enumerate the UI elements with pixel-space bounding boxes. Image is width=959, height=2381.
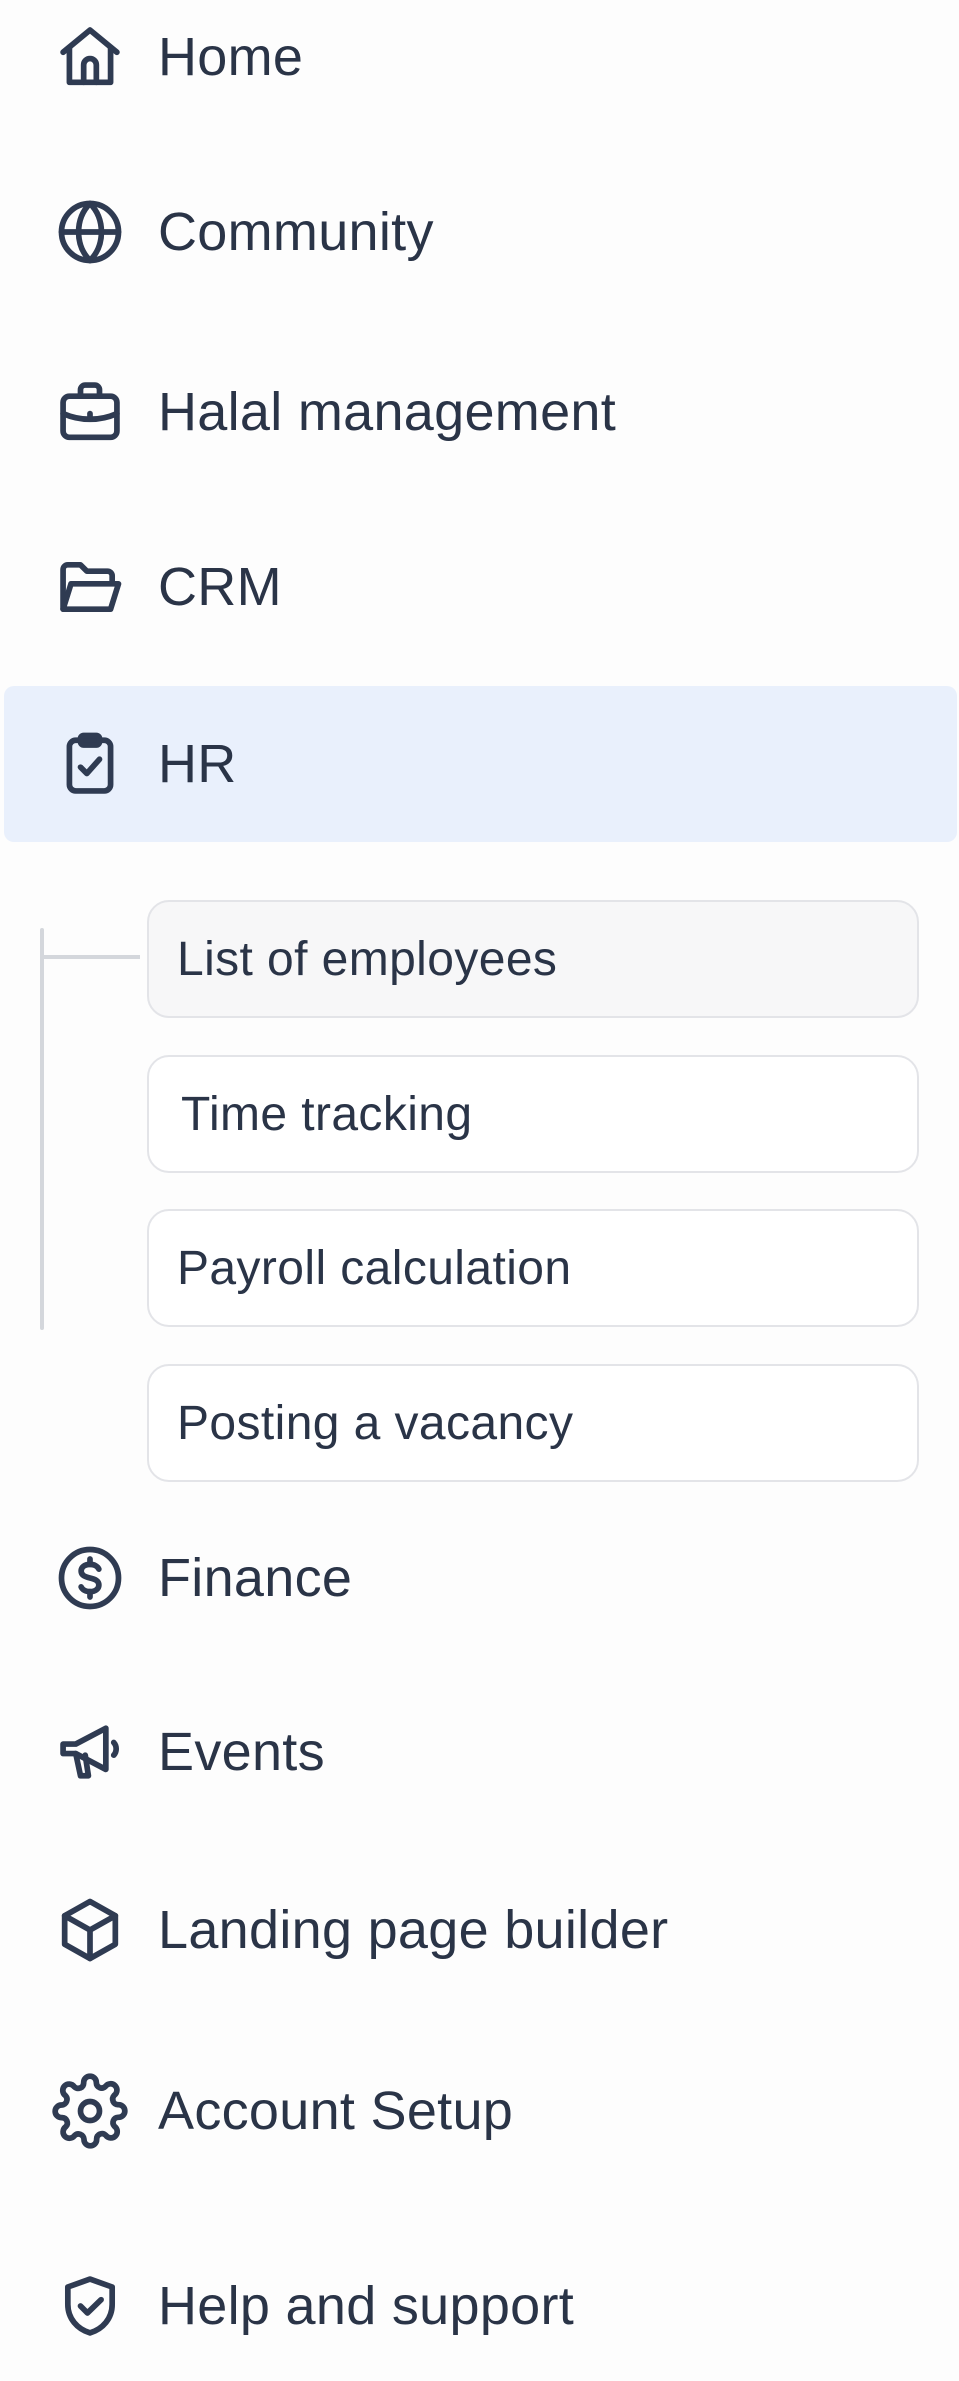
nav-item-events[interactable]: Events bbox=[0, 1677, 959, 1827]
nav-item-label: Halal management bbox=[158, 382, 617, 442]
folder-icon bbox=[52, 549, 128, 625]
nav-item-label: HR bbox=[158, 734, 237, 794]
globe-icon bbox=[52, 194, 128, 270]
nav-item-label: Help and support bbox=[158, 2276, 575, 2336]
nav-item-label: Landing page builder bbox=[158, 1900, 669, 1960]
nav-item-label: Home bbox=[158, 27, 304, 87]
submenu-branch bbox=[44, 955, 140, 959]
nav-item-help-and-support[interactable]: Help and support bbox=[0, 2231, 959, 2381]
cube-icon bbox=[52, 1892, 128, 1968]
dollar-circle-icon bbox=[52, 1540, 128, 1616]
submenu-item-label: Payroll calculation bbox=[177, 1241, 572, 1295]
submenu-item-time-tracking[interactable]: Time tracking bbox=[147, 1055, 919, 1173]
megaphone-icon bbox=[52, 1714, 128, 1790]
nav-item-label: CRM bbox=[158, 557, 282, 617]
nav-item-hr[interactable]: HR bbox=[4, 686, 957, 842]
nav-item-label: Community bbox=[158, 202, 434, 262]
submenu-item-posting-a-vacancy[interactable]: Posting a vacancy bbox=[147, 1364, 919, 1482]
nav-item-crm[interactable]: CRM bbox=[0, 512, 959, 662]
nav-item-home[interactable]: Home bbox=[0, 0, 959, 132]
nav-item-label: Events bbox=[158, 1722, 325, 1782]
submenu-item-label: List of employees bbox=[177, 932, 558, 986]
briefcase-icon bbox=[52, 374, 128, 450]
shield-check-icon bbox=[52, 2268, 128, 2344]
nav-item-halal-management[interactable]: Halal management bbox=[0, 337, 959, 487]
nav-item-community[interactable]: Community bbox=[0, 157, 959, 307]
nav-item-landing-page-builder[interactable]: Landing page builder bbox=[0, 1855, 959, 2005]
submenu-item-label: Posting a vacancy bbox=[177, 1396, 574, 1450]
home-icon bbox=[52, 19, 128, 95]
submenu-item-payroll-calculation[interactable]: Payroll calculation bbox=[147, 1209, 919, 1327]
nav-item-label: Account Setup bbox=[158, 2081, 514, 2141]
submenu-item-list-of-employees[interactable]: List of employees bbox=[147, 900, 919, 1018]
gear-icon bbox=[52, 2073, 128, 2149]
submenu-rail bbox=[40, 928, 44, 1330]
clipboard-check-icon bbox=[52, 726, 128, 802]
submenu-item-label: Time tracking bbox=[181, 1087, 473, 1141]
nav-item-account-setup[interactable]: Account Setup bbox=[0, 2036, 959, 2186]
nav-item-label: Finance bbox=[158, 1548, 353, 1608]
nav-item-finance[interactable]: Finance bbox=[0, 1503, 959, 1653]
